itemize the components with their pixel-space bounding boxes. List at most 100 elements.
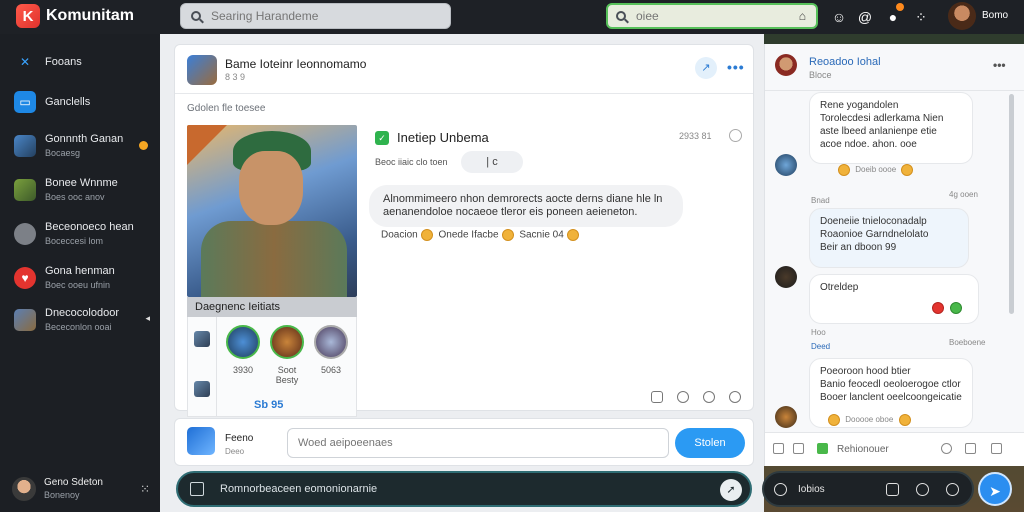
sidebar-item-group-3[interactable]: Beceonoeco hean Boceccesi lom <box>0 216 160 252</box>
hero-image[interactable] <box>187 125 357 297</box>
reactions-row: Doacion Onede Ifacbe Sacnie 04 <box>381 229 582 241</box>
clock-icon <box>729 129 742 142</box>
compass-icon[interactable]: ➚ <box>720 479 742 501</box>
message-meta: Boeboene <box>949 338 986 347</box>
emoji-icon[interactable] <box>898 414 911 426</box>
thumbnail[interactable] <box>194 381 210 397</box>
message-reactions: Doeib oooe <box>835 164 916 176</box>
chat-avatar[interactable] <box>775 54 797 76</box>
hero-avatar-2[interactable] <box>270 325 304 359</box>
chat-title[interactable]: Reoadoo Iohal <box>809 56 881 68</box>
chat-input-row: Rehionouer <box>765 432 1024 466</box>
gallery: 3930 Soot Besty 5063 Sb 95 <box>187 317 357 417</box>
star-icon: ✕ <box>19 55 31 69</box>
emoji-icon[interactable]: ☺ <box>830 8 848 26</box>
emoji-icon[interactable] <box>932 302 944 314</box>
more-icon[interactable] <box>991 443 1002 454</box>
emoji-icon[interactable] <box>901 164 914 176</box>
at-icon[interactable]: @ <box>856 8 874 26</box>
sidebar-item-label: Bonee Wnnme Boes ooc anov <box>45 177 118 202</box>
attach-icon[interactable] <box>793 443 804 454</box>
emoji-icon[interactable] <box>950 302 962 314</box>
secondary-search-input[interactable] <box>636 9 776 23</box>
emoji-icon[interactable] <box>828 414 840 426</box>
grid-icon[interactable]: ⁘ <box>912 8 930 26</box>
search-bar[interactable] <box>180 3 451 29</box>
scrollbar[interactable] <box>1009 94 1014 314</box>
emoji-icon[interactable] <box>941 443 952 454</box>
top-bar: K Komunitam ⌂ ☺ @ ● ⁘ Bomo <box>0 0 1024 34</box>
hero-avatar-3[interactable] <box>314 325 348 359</box>
bottom-bar-text: Romnorbeaceen eomonionarnie <box>220 483 378 495</box>
sidebar-item-group-5[interactable]: Dnecocolodoor Bececonlon ooai ◂ <box>0 302 160 338</box>
sidebar-item-group-4[interactable]: ♥ Gona henman Boec ooeu ufnin <box>0 260 160 296</box>
folder-icon: ▭ <box>14 91 36 113</box>
more-icon[interactable]: ••• <box>727 59 745 75</box>
globe-icon[interactable] <box>774 483 787 496</box>
sidebar-user-name: Geno Sdeton Bonenoy <box>44 477 103 500</box>
sidebar-item-label: Gona henman Boec ooeu ufnin <box>45 265 115 290</box>
gif-icon[interactable] <box>965 443 976 454</box>
sidebar-item-label: Ganclells <box>45 96 91 108</box>
user-name[interactable]: Bomo <box>982 10 1008 21</box>
post-author[interactable]: Bame Ioteinr Ieonnomamo <box>225 57 366 71</box>
grid-icon[interactable]: ⁙ <box>140 482 150 496</box>
sidebar-item-group-2[interactable]: Bonee Wnnme Boes ooc anov <box>0 172 160 208</box>
secondary-search[interactable]: ⌂ <box>606 3 818 29</box>
chat-message: Otreldep <box>809 274 979 324</box>
image-icon[interactable] <box>773 443 784 454</box>
chat-bottom-text: Iobios <box>798 484 825 495</box>
sidebar-item-group-1[interactable]: Gonnnth Ganan Bocaesg <box>0 128 160 164</box>
link-icon[interactable] <box>916 483 929 496</box>
emoji-icon[interactable] <box>838 164 850 176</box>
post-author-avatar[interactable] <box>187 55 217 85</box>
search-icon <box>616 11 626 21</box>
hero-face-shape <box>239 151 303 225</box>
headline[interactable]: Inetiep Unbema <box>397 130 489 145</box>
emoji-icon[interactable] <box>501 229 514 241</box>
avatar <box>12 477 36 501</box>
record-icon[interactable] <box>946 483 959 496</box>
sticker-icon[interactable] <box>817 443 828 454</box>
send-button[interactable]: Stolen <box>675 428 745 458</box>
bottom-bar[interactable]: Romnorbeaceen eomonionarnie ➚ <box>176 471 752 507</box>
hero-avatar-1[interactable] <box>226 325 260 359</box>
gallery-caption: 3930 <box>232 365 254 375</box>
pin-icon[interactable]: ↗ <box>695 57 717 79</box>
notification-badge <box>896 3 904 11</box>
search-input[interactable] <box>211 9 411 23</box>
comment-input[interactable] <box>287 428 669 458</box>
camera-icon[interactable] <box>886 483 899 496</box>
app-title: Komunitam <box>46 7 134 24</box>
thumbnail[interactable] <box>194 331 210 347</box>
more-icon[interactable]: ••• <box>993 58 1006 72</box>
share-icon[interactable] <box>703 391 715 403</box>
emoji-icon[interactable] <box>420 229 433 241</box>
tag-chip[interactable]: | c <box>461 151 523 173</box>
chat-message: Rene yogandolen Torolecdesi adlerkama Ni… <box>809 92 973 164</box>
hero-body-shape <box>201 221 347 297</box>
chat-bottom-bar[interactable]: Iobios <box>762 471 974 507</box>
translate-icon[interactable]: ⌂ <box>799 9 806 23</box>
info-row: Beoc iiaic clo toen <box>375 157 448 167</box>
app-logo[interactable]: K <box>16 4 40 28</box>
send-fab[interactable]: ➤ <box>978 472 1012 506</box>
user-avatar[interactable] <box>948 2 976 30</box>
chevron-icon[interactable]: ◂ <box>145 313 150 324</box>
info-icon[interactable] <box>677 391 689 403</box>
sidebar-item-channels[interactable]: ▭ Ganclells <box>0 84 160 120</box>
emoji-icon[interactable] <box>566 229 579 241</box>
layout-icon[interactable] <box>190 482 204 496</box>
sidebar-user[interactable]: Geno Sdeton Bonenoy ⁙ <box>12 474 152 504</box>
comment-bubble: Alnommimeero nhon demrorects aocte derns… <box>369 185 683 227</box>
chat-input[interactable]: Rehionouer <box>837 444 889 455</box>
check-icon: ✓ <box>375 131 389 145</box>
message-reactions: Dooooe oboe <box>825 414 914 426</box>
divider <box>765 90 1024 91</box>
bookmark-icon[interactable] <box>651 391 663 403</box>
sidebar-item-label: Beceonoeco hean Boceccesi lom <box>45 221 134 246</box>
sidebar-item-home[interactable]: ✕ Fooans <box>0 44 160 80</box>
settings-icon[interactable] <box>729 391 741 403</box>
sidebar-item-label: Gonnnth Ganan Bocaesg <box>45 133 124 158</box>
group-avatar-icon <box>14 135 36 157</box>
